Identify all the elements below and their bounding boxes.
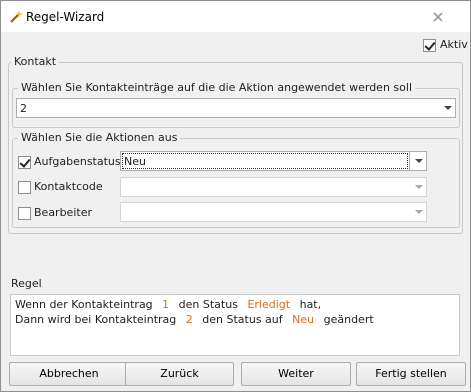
rule-line-2-text-a: Dann wird bei Kontakteintrag [15, 313, 177, 326]
aktionen-group-title: Wählen Sie die Aktionen aus [18, 131, 181, 144]
title-bar: Regel-Wizard [1, 1, 470, 32]
rule-line-2: Dann wird bei Kontakteintrag 2 den Statu… [15, 313, 374, 326]
chevron-down-icon[interactable] [415, 159, 423, 163]
finish-button[interactable]: Fertig stellen [356, 362, 466, 386]
rule-line-2-entry-number[interactable]: 2 [186, 313, 193, 326]
window-title: Regel-Wizard [26, 10, 105, 24]
kontakteintraege-group: Wählen Sie Kontakteinträge auf die die A… [12, 81, 460, 128]
aufgabenstatus-label: Aufgabenstatus [34, 155, 121, 168]
kontakt-group: Kontakt Wählen Sie Kontakteinträge auf d… [8, 55, 463, 234]
kontaktcode-checkbox[interactable] [18, 181, 31, 194]
regel-wizard-window: Regel-Wizard Aktiv Kontakt Wählen Sie Ko… [0, 0, 471, 392]
back-button[interactable]: Zurück [125, 362, 234, 386]
rule-line-1-entry-number[interactable]: 1 [162, 298, 169, 311]
kontakteintraege-group-title: Wählen Sie Kontakteinträge auf die die A… [18, 81, 415, 94]
regel-text-box: Wenn der Kontakteintrag 1 den Status Erl… [10, 294, 460, 356]
rule-line-1-text-e: hat, [299, 298, 322, 311]
aktiv-checkbox[interactable] [423, 39, 436, 52]
aktionen-group: Wählen Sie die Aktionen aus Aufgabenstat… [12, 131, 460, 228]
close-icon[interactable] [431, 10, 445, 24]
aufgabenstatus-select-value: Neu [124, 155, 146, 168]
rule-line-1-status[interactable]: Erledigt [247, 298, 290, 311]
rule-line-1: Wenn der Kontakteintrag 1 den Status Erl… [15, 298, 321, 311]
bearbeiter-checkbox[interactable] [18, 207, 31, 220]
bearbeiter-select[interactable] [120, 202, 427, 222]
chevron-down-icon[interactable] [415, 185, 423, 189]
kontaktcode-label: Kontaktcode [34, 180, 103, 193]
bearbeiter-label: Bearbeiter [34, 206, 92, 219]
kontaktcode-select[interactable] [120, 177, 427, 197]
kontakt-group-title: Kontakt [11, 55, 60, 68]
rule-line-1-text-c: den Status [178, 298, 238, 311]
rule-line-1-text-a: Wenn der Kontakteintrag [15, 298, 153, 311]
aufgabenstatus-checkbox[interactable] [18, 156, 31, 169]
rule-line-2-status[interactable]: Neu [292, 313, 314, 326]
kontakteintrag-select-value: 2 [20, 102, 27, 115]
regel-section-title: Regel [11, 277, 42, 290]
rule-line-2-text-e: geändert [323, 313, 374, 326]
rule-line-2-text-c: den Status auf [202, 313, 283, 326]
magic-wand-icon [9, 10, 23, 24]
chevron-down-icon[interactable] [415, 210, 423, 214]
focus-indicator [122, 153, 408, 169]
aktiv-label: Aktiv [440, 38, 468, 51]
kontakteintrag-select[interactable]: 2 [16, 98, 456, 118]
cancel-button[interactable]: Abbrechen [9, 362, 129, 386]
aufgabenstatus-select[interactable]: Neu [120, 151, 427, 171]
chevron-down-icon[interactable] [444, 106, 452, 110]
next-button[interactable]: Weiter [241, 362, 351, 386]
